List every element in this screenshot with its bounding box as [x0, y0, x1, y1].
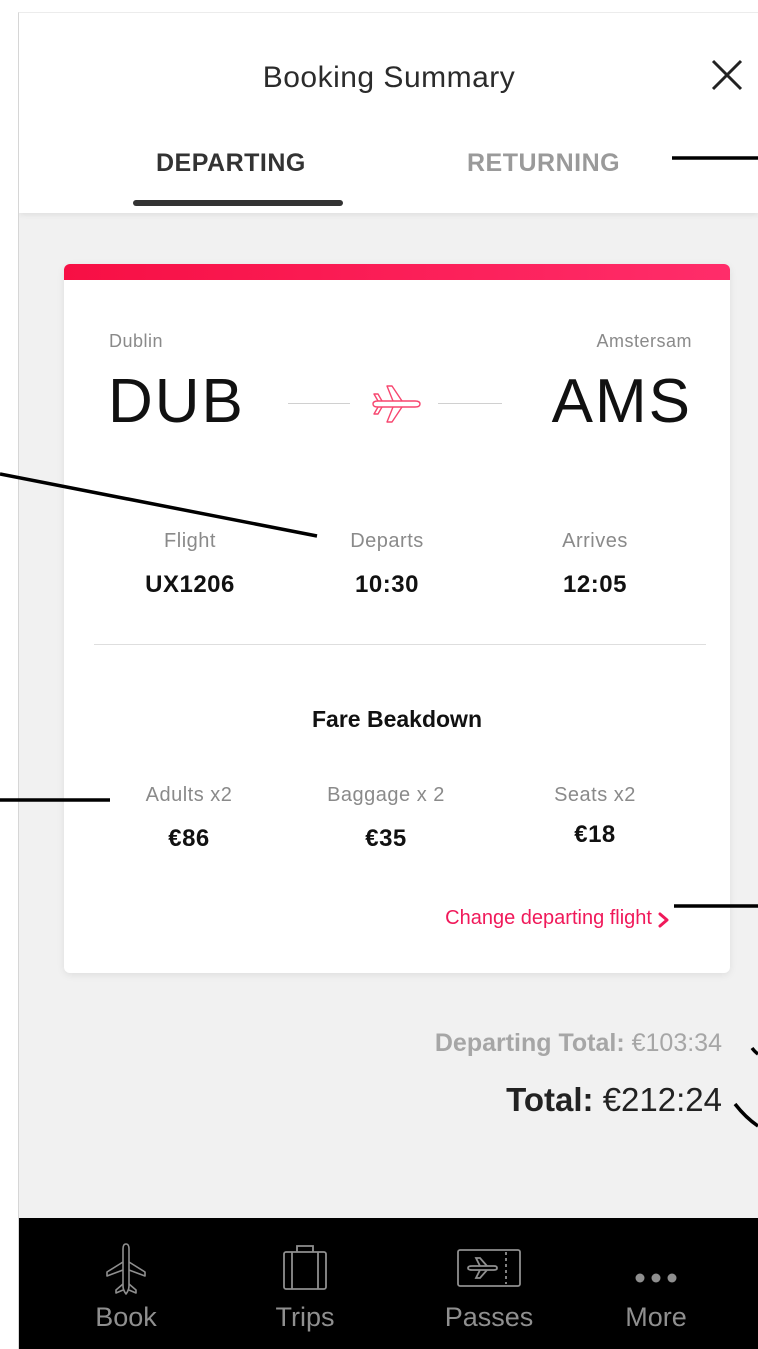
destination-city: Amstersam [596, 331, 692, 351]
suitcase-icon [283, 1245, 327, 1290]
nav-label: Trips [275, 1302, 335, 1332]
arrival-time: 12:05 [563, 571, 627, 598]
change-departing-flight-link[interactable]: Change departing flight [445, 907, 652, 930]
grand-total-label: Total: [506, 1081, 594, 1118]
baggage-price: €35 [365, 825, 407, 852]
route-line [438, 403, 502, 404]
nav-label: Book [95, 1302, 157, 1332]
origin-code: DUB [108, 367, 245, 436]
origin-city: Dublin [109, 331, 164, 351]
arrives-label: Arrives [562, 530, 628, 552]
tab-departing[interactable]: DEPARTING [156, 149, 306, 178]
close-icon [711, 59, 743, 91]
adults-label: Adults x2 [145, 784, 233, 806]
nav-label: More [625, 1302, 687, 1332]
tab-returning[interactable]: RETURNING [467, 149, 620, 178]
airplane-icon [106, 1243, 146, 1295]
flight-card: Dublin Amstersam DUB AMS Flight Departs … [64, 264, 730, 973]
flight-number: UX1206 [145, 571, 235, 598]
nav-more[interactable]: More [581, 1218, 731, 1349]
page-title: Booking Summary [262, 61, 516, 94]
route-line [288, 403, 350, 404]
departing-total-label: Departing Total: [434, 1029, 625, 1057]
departing-total: Departing Total: €103:34 [435, 1029, 722, 1058]
header: Booking Summary DEPARTING RETURNING [19, 13, 758, 213]
seats-label: Seats x2 [554, 784, 636, 806]
flight-label: Flight [164, 530, 216, 552]
active-tab-indicator [133, 200, 343, 206]
close-button[interactable] [709, 57, 745, 93]
baggage-label: Baggage x 2 [327, 784, 445, 806]
nav-passes[interactable]: Passes [414, 1218, 564, 1349]
grand-total: Total: €212:24 [506, 1081, 722, 1119]
departing-total-value: €103:34 [631, 1029, 722, 1057]
grand-total-value: €212:24 [602, 1081, 722, 1118]
departs-label: Departs [350, 530, 424, 552]
nav-book[interactable]: Book [51, 1218, 201, 1349]
nav-label: Passes [444, 1302, 534, 1332]
airplane-icon [372, 385, 421, 423]
page: Booking Summary DEPARTING RETURNING Dubl… [0, 0, 758, 1349]
departure-time: 10:30 [355, 571, 419, 598]
seats-price: €18 [574, 821, 616, 848]
chevron-right-icon[interactable] [658, 912, 670, 928]
card-accent-bar [64, 264, 730, 280]
booking-summary-screen: Booking Summary DEPARTING RETURNING Dubl… [18, 12, 758, 1349]
divider [94, 644, 706, 645]
bottom-nav: Book Trips Passes More [19, 1218, 758, 1349]
more-dots-icon [635, 1273, 677, 1283]
ticket-icon [457, 1249, 521, 1287]
fare-breakdown-title: Fare Beakdown [312, 706, 482, 732]
nav-trips[interactable]: Trips [230, 1218, 380, 1349]
adults-price: €86 [168, 825, 210, 852]
destination-code: AMS [551, 367, 692, 436]
